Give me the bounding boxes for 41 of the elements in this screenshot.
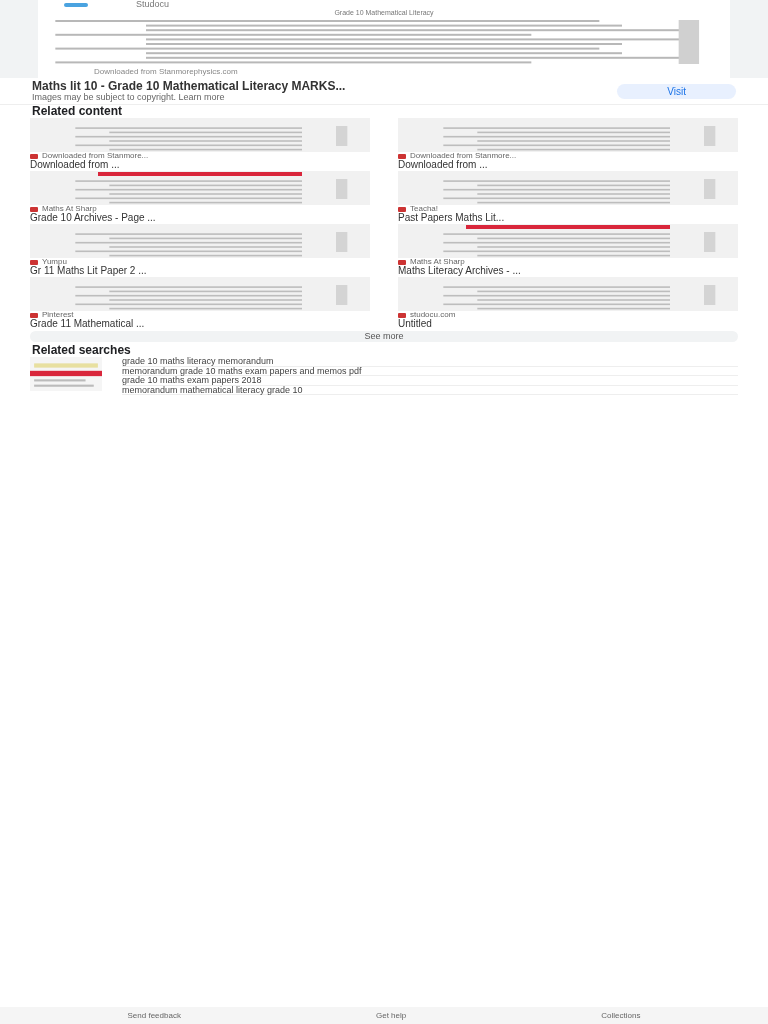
result-title[interactable]: Untitled bbox=[398, 319, 738, 329]
result-title[interactable]: Maths lit 10 - Grade 10 Mathematical Literacy MARKS... bbox=[32, 80, 618, 92]
copyright-notice: Images may be subject to copyright. bbox=[32, 92, 177, 102]
section-heading: Related searches bbox=[31, 344, 132, 357]
source-name: studocu.com bbox=[410, 311, 456, 319]
source-name: Yumpu bbox=[42, 258, 67, 266]
site-icon bbox=[30, 153, 38, 159]
footer-link[interactable]: Send feedback bbox=[127, 1011, 181, 1020]
source-name: Pinterest bbox=[42, 311, 74, 319]
related-search-link[interactable]: grade 10 maths exam papers 2018 bbox=[122, 376, 738, 386]
result-title[interactable]: Grade 10 Archives - Page ... bbox=[30, 213, 370, 223]
source-name: Teacha! bbox=[410, 205, 439, 213]
result-title[interactable]: Gr 11 Maths Lit Paper 2 ... bbox=[30, 266, 370, 276]
related-search-link[interactable]: grade 10 maths literacy memorandum bbox=[122, 357, 738, 367]
result-title[interactable]: Maths Literacy Archives - ... bbox=[398, 266, 738, 276]
source-name: Studocu bbox=[136, 0, 170, 9]
source-name: Maths At Sharp bbox=[410, 258, 465, 266]
source-name: Downloaded from Stanmore... bbox=[42, 152, 149, 160]
document-caption: Downloaded from Stanmorephysics.com bbox=[94, 67, 239, 76]
source-name: Downloaded from Stanmore... bbox=[410, 152, 517, 160]
learn-more-link[interactable]: Learn more bbox=[178, 92, 225, 102]
related-search-link[interactable]: memorandum grade 10 maths exam papers and memos pdf bbox=[122, 366, 738, 376]
footer-link[interactable]: Get help bbox=[376, 1011, 407, 1020]
visit-button[interactable]: Visit bbox=[617, 83, 736, 99]
result-title[interactable]: Downloaded from ... bbox=[398, 160, 738, 170]
result-title[interactable]: Past Papers Maths Lit... bbox=[398, 213, 738, 223]
site-icon bbox=[398, 312, 406, 318]
source-name: Maths At Sharp bbox=[42, 205, 97, 213]
footer-link[interactable]: Collections bbox=[601, 1011, 641, 1020]
site-icon bbox=[398, 153, 406, 159]
site-icon bbox=[398, 206, 406, 212]
site-icon bbox=[398, 259, 406, 265]
result-title[interactable]: Grade 11 Mathematical ... bbox=[30, 319, 370, 329]
site-icon bbox=[30, 206, 38, 212]
see-more-button[interactable]: See more bbox=[30, 331, 738, 342]
site-icon bbox=[30, 312, 38, 318]
related-search-link[interactable]: memorandum mathematical literacy grade 10 bbox=[122, 385, 738, 395]
section-heading: Related content bbox=[31, 105, 123, 118]
source-badge-icon bbox=[64, 2, 88, 7]
result-title[interactable]: Downloaded from ... bbox=[30, 160, 370, 170]
site-icon bbox=[30, 259, 38, 265]
